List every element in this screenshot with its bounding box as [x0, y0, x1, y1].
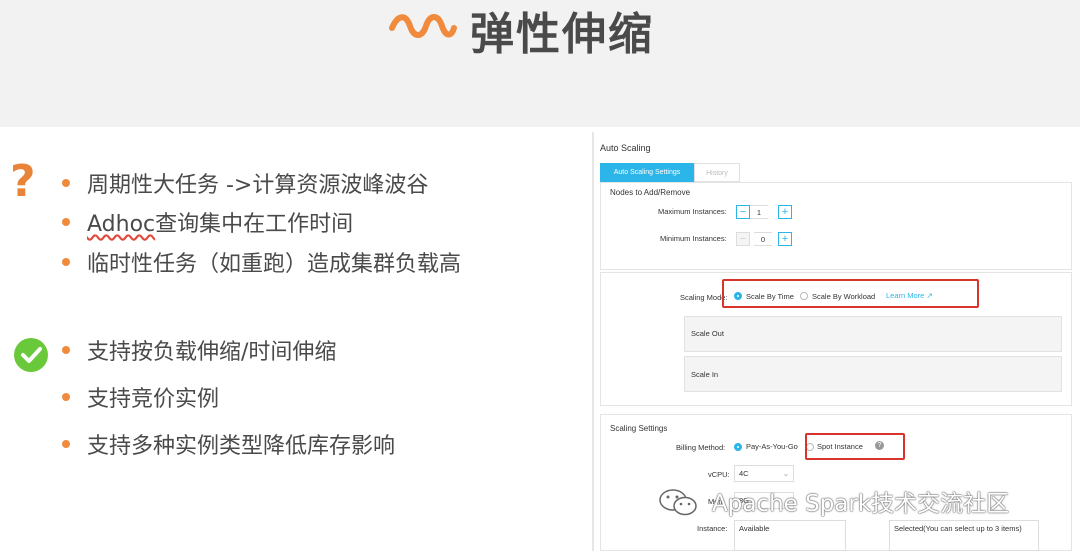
- max-increment-button[interactable]: +: [778, 205, 792, 219]
- available-list[interactable]: Available: [734, 520, 846, 551]
- bullet-dot: [62, 179, 70, 187]
- min-increment-button[interactable]: +: [778, 232, 792, 246]
- bullet-dot: [62, 346, 70, 354]
- panel-title: Auto Scaling: [600, 143, 651, 153]
- vcpu-select[interactable]: 4C ⌄: [734, 465, 794, 482]
- solution-item: 支持竞价实例: [87, 387, 220, 412]
- spellcheck-underline: Adhoc: [87, 212, 156, 237]
- pay-as-you-go-label[interactable]: Pay-As-You-Go: [746, 442, 798, 451]
- panel-divider: [592, 132, 594, 551]
- bullet-dot: [62, 393, 70, 401]
- billing-method-label: Billing Method:: [676, 443, 726, 452]
- pay-as-you-go-radio[interactable]: [734, 443, 742, 451]
- problem-item-text: Adhoc查询集中在工作时间: [87, 212, 354, 237]
- watermark-text: Apache Spark技术交流社区: [712, 491, 1010, 517]
- elastic-wave-logo-icon: [389, 14, 457, 38]
- min-instances-value[interactable]: 0: [754, 232, 772, 246]
- bullet-dot: [62, 440, 70, 448]
- scaling-settings-heading: Scaling Settings: [610, 424, 668, 433]
- problem-item: 临时性任务（如重跑）造成集群负载高: [87, 252, 462, 277]
- scale-in-box[interactable]: [684, 356, 1062, 392]
- selected-list[interactable]: Selected(You can select up to 3 items): [889, 520, 1039, 551]
- max-instances-value[interactable]: 1: [750, 205, 768, 219]
- min-decrement-button[interactable]: −: [736, 232, 750, 246]
- highlight-box-spot: [805, 433, 905, 460]
- min-instances-label: Minimum Instances:: [660, 234, 727, 243]
- max-decrement-button[interactable]: −: [736, 205, 750, 219]
- slide-title: 弹性伸缩: [470, 9, 654, 60]
- question-mark-icon: ?: [10, 156, 36, 207]
- instance-label: Instance:: [697, 524, 728, 533]
- checkmark-icon: [14, 338, 48, 372]
- vcpu-value: 4C: [739, 469, 749, 478]
- bullet-dot: [62, 218, 70, 226]
- bullet-dot: [62, 258, 70, 266]
- scale-out-label: Scale Out: [691, 329, 724, 338]
- max-instances-label: Maximum Instances:: [658, 207, 727, 216]
- scale-in-label: Scale In: [691, 370, 719, 379]
- problem-item: Adhoc查询集中在工作时间: [87, 206, 353, 238]
- vcpu-label: vCPU:: [708, 470, 730, 479]
- nodes-heading: Nodes to Add/Remove: [610, 188, 691, 197]
- solution-item: 支持按负载伸缩/时间伸缩: [87, 340, 337, 365]
- solution-item: 支持多种实例类型降低库存影响: [87, 434, 396, 459]
- scale-out-box[interactable]: [684, 316, 1062, 352]
- tab-auto-scaling-settings[interactable]: Auto Scaling Settings: [600, 163, 694, 182]
- selected-label: Selected(You can select up to 3 items): [894, 524, 1022, 533]
- wechat-icon: [659, 489, 697, 516]
- problem-item: 周期性大任务 ->计算资源波峰波谷: [87, 173, 429, 198]
- chevron-down-icon: ⌄: [782, 469, 789, 478]
- available-label: Available: [739, 524, 770, 533]
- tab-history[interactable]: History: [694, 163, 740, 182]
- scaling-mode-label: Scaling Mode:: [680, 293, 728, 302]
- highlight-box-mode: [722, 279, 979, 308]
